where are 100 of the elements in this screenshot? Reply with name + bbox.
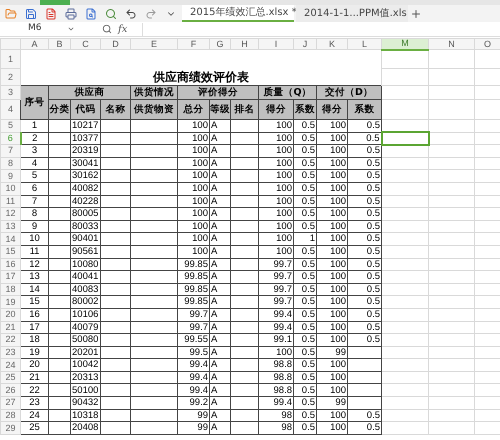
- row-number[interactable]: 12: [0, 208, 20, 220]
- row-number[interactable]: 11: [0, 195, 20, 208]
- table-cell: 0.5: [348, 120, 382, 132]
- table-cell: 100: [178, 232, 210, 246]
- table-cell: 0.5: [294, 157, 316, 170]
- table-cell: 19: [20, 346, 48, 359]
- column-heading: 分类: [48, 100, 70, 120]
- column-header[interactable]: H: [230, 38, 258, 50]
- row-number[interactable]: 13: [0, 220, 20, 233]
- row-number[interactable]: 27: [0, 396, 20, 410]
- column-header[interactable]: J: [294, 38, 316, 50]
- column-header[interactable]: O: [474, 38, 500, 50]
- column-header[interactable]: C: [70, 38, 100, 50]
- table-cell: 0.5: [294, 346, 316, 359]
- table-cell: 100: [258, 346, 294, 359]
- column-header[interactable]: G: [210, 38, 230, 50]
- table-cell: 100: [316, 232, 348, 246]
- table-cell: 50080: [70, 334, 100, 346]
- column-heading: 得分: [316, 100, 348, 120]
- table-cell: 1: [20, 120, 48, 132]
- table-cell: 0.5: [294, 409, 316, 422]
- column-header[interactable]: D: [100, 38, 130, 50]
- row-number[interactable]: 17: [0, 270, 20, 284]
- column-heading: 供应商: [48, 86, 130, 100]
- table-cell: 10080: [70, 258, 100, 271]
- table-cell: 0.5: [348, 195, 382, 208]
- column-header[interactable]: B: [48, 38, 70, 50]
- row-number[interactable]: 23: [0, 346, 20, 359]
- column-header[interactable]: M: [382, 38, 428, 50]
- column-header[interactable]: I: [258, 38, 294, 50]
- table-cell: 0.5: [348, 245, 382, 258]
- row-number[interactable]: 5: [0, 120, 20, 132]
- table-cell: 24: [20, 409, 48, 422]
- table-cell: 13: [20, 270, 48, 284]
- row-number[interactable]: 22: [0, 334, 20, 346]
- table-cell: 100: [258, 120, 294, 132]
- column-header[interactable]: L: [348, 38, 382, 50]
- row-number[interactable]: 7: [0, 144, 20, 158]
- table-cell: 10042: [70, 358, 100, 372]
- table-cell: 80033: [70, 220, 100, 233]
- row-number[interactable]: 8: [0, 157, 20, 170]
- row-number[interactable]: 16: [0, 258, 20, 271]
- table-cell: 100: [316, 409, 348, 422]
- table-cell: 0.5: [294, 208, 316, 220]
- table-cell: 100: [178, 170, 210, 182]
- table-cell: 4: [20, 157, 48, 170]
- table-cell: A: [210, 232, 230, 246]
- table-cell: 30041: [70, 157, 100, 170]
- table-cell: 99.55: [178, 334, 210, 346]
- caret-icon: [67, 25, 75, 33]
- table-cell: 99.7: [178, 308, 210, 321]
- new-tab-icon[interactable]: [410, 8, 422, 20]
- row-number[interactable]: 25: [0, 371, 20, 384]
- row-number[interactable]: 1: [0, 50, 20, 68]
- row-number[interactable]: 15: [0, 245, 20, 258]
- file-tab[interactable]: 2015年绩效汇总.xlsx *: [182, 5, 294, 22]
- column-heading: 系数: [348, 100, 382, 120]
- table-cell: 99.4: [178, 384, 210, 397]
- row-number[interactable]: 10: [0, 182, 20, 196]
- column-header[interactable]: N: [428, 38, 474, 50]
- table-cell: 98.8: [258, 371, 294, 384]
- column-header[interactable]: E: [130, 38, 178, 50]
- table-cell: 0.5: [294, 334, 316, 346]
- row-number[interactable]: 24: [0, 358, 20, 372]
- row-number[interactable]: 26: [0, 384, 20, 397]
- column-header[interactable]: A: [20, 38, 48, 50]
- table-cell: A: [210, 195, 230, 208]
- row-number[interactable]: 14: [0, 232, 20, 246]
- file-tab[interactable]: 2014-1-1...PPM值.xls: [296, 5, 408, 22]
- table-cell: 25: [20, 422, 48, 434]
- selected-cell[interactable]: [382, 132, 428, 145]
- function-label[interactable]: fx: [118, 22, 128, 36]
- table-cell: 100: [316, 296, 348, 308]
- column-heading: 系数: [294, 100, 316, 120]
- row-number[interactable]: 4: [0, 100, 20, 120]
- row-number[interactable]: 19: [0, 296, 20, 308]
- table-cell: A: [210, 308, 230, 321]
- table-cell: 99.1: [258, 334, 294, 346]
- table-cell: 0.5: [294, 308, 316, 321]
- row-number[interactable]: 20: [0, 308, 20, 321]
- column-header[interactable]: F: [178, 38, 210, 50]
- row-number[interactable]: 28: [0, 409, 20, 422]
- table-cell: 40079: [70, 321, 100, 334]
- row-number[interactable]: 18: [0, 283, 20, 296]
- row-number[interactable]: 9: [0, 170, 20, 182]
- row-number[interactable]: 2: [0, 68, 20, 86]
- row-number[interactable]: 3: [0, 86, 20, 100]
- table-cell: 99.7: [178, 321, 210, 334]
- table-cell: 99.7: [258, 258, 294, 271]
- column-heading: 交付（D）: [316, 86, 382, 100]
- table-cell: A: [210, 371, 230, 384]
- table-cell: 99.85: [178, 258, 210, 271]
- table-cell: 0.5: [348, 321, 382, 334]
- zoom-icon[interactable]: [102, 24, 112, 34]
- row-number[interactable]: 29: [0, 422, 20, 434]
- table-cell: 0.5: [348, 422, 382, 434]
- table-cell: 16: [20, 308, 48, 321]
- column-header[interactable]: K: [316, 38, 348, 50]
- row-number[interactable]: 21: [0, 321, 20, 334]
- row-number[interactable]: 6: [0, 132, 20, 145]
